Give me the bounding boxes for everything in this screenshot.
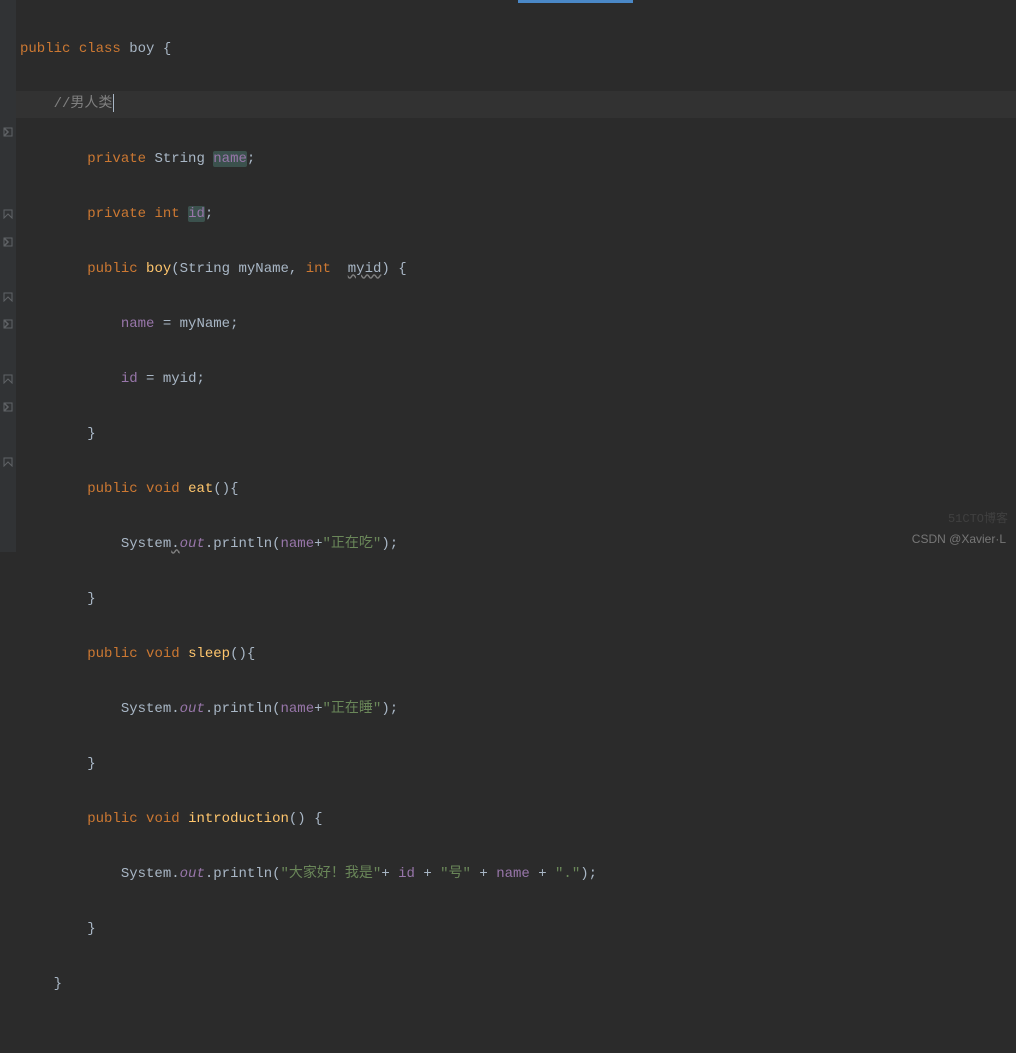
text-caret: [113, 94, 114, 112]
collapse-end-icon[interactable]: [0, 448, 16, 476]
code-editor[interactable]: public class boy { //男人类 private String …: [0, 0, 1016, 552]
code-line[interactable]: }: [16, 916, 1016, 944]
code-line[interactable]: public void introduction() {: [16, 806, 1016, 834]
code-line[interactable]: name = myName;: [16, 311, 1016, 339]
code-line[interactable]: System.out.println(name+"正在睡");: [16, 696, 1016, 724]
collapse-marker-icon[interactable]: [0, 393, 16, 421]
collapse-end-icon[interactable]: [0, 283, 16, 311]
code-line[interactable]: System.out.println("大家好！我是"+ id + "号" + …: [16, 861, 1016, 889]
collapse-marker-icon[interactable]: [0, 228, 16, 256]
collapse-end-icon[interactable]: [0, 366, 16, 394]
collapse-marker-icon[interactable]: [0, 311, 16, 339]
code-line[interactable]: }: [16, 971, 1016, 999]
code-line[interactable]: }: [16, 421, 1016, 449]
code-line[interactable]: id = myid;: [16, 366, 1016, 394]
code-line[interactable]: public class boy {: [16, 36, 1016, 64]
code-line[interactable]: private String name;: [16, 146, 1016, 174]
collapse-marker-icon[interactable]: [0, 118, 16, 146]
code-line[interactable]: public void eat(){: [16, 476, 1016, 504]
watermark-51cto: 51CTO博客: [948, 509, 1008, 526]
code-line[interactable]: public boy(String myName, int myid) {: [16, 256, 1016, 284]
code-line[interactable]: System.out.println(name+"正在吃");: [16, 531, 1016, 559]
code-line[interactable]: public void sleep(){: [16, 641, 1016, 669]
code-line[interactable]: }: [16, 751, 1016, 779]
code-content[interactable]: public class boy { //男人类 private String …: [16, 0, 1016, 552]
gutter: [0, 0, 16, 552]
watermark-csdn: CSDN @Xavier·L: [912, 532, 1006, 546]
code-line[interactable]: //男人类: [16, 91, 1016, 119]
code-line[interactable]: }: [16, 586, 1016, 614]
code-line[interactable]: private int id;: [16, 201, 1016, 229]
collapse-end-icon[interactable]: [0, 201, 16, 229]
